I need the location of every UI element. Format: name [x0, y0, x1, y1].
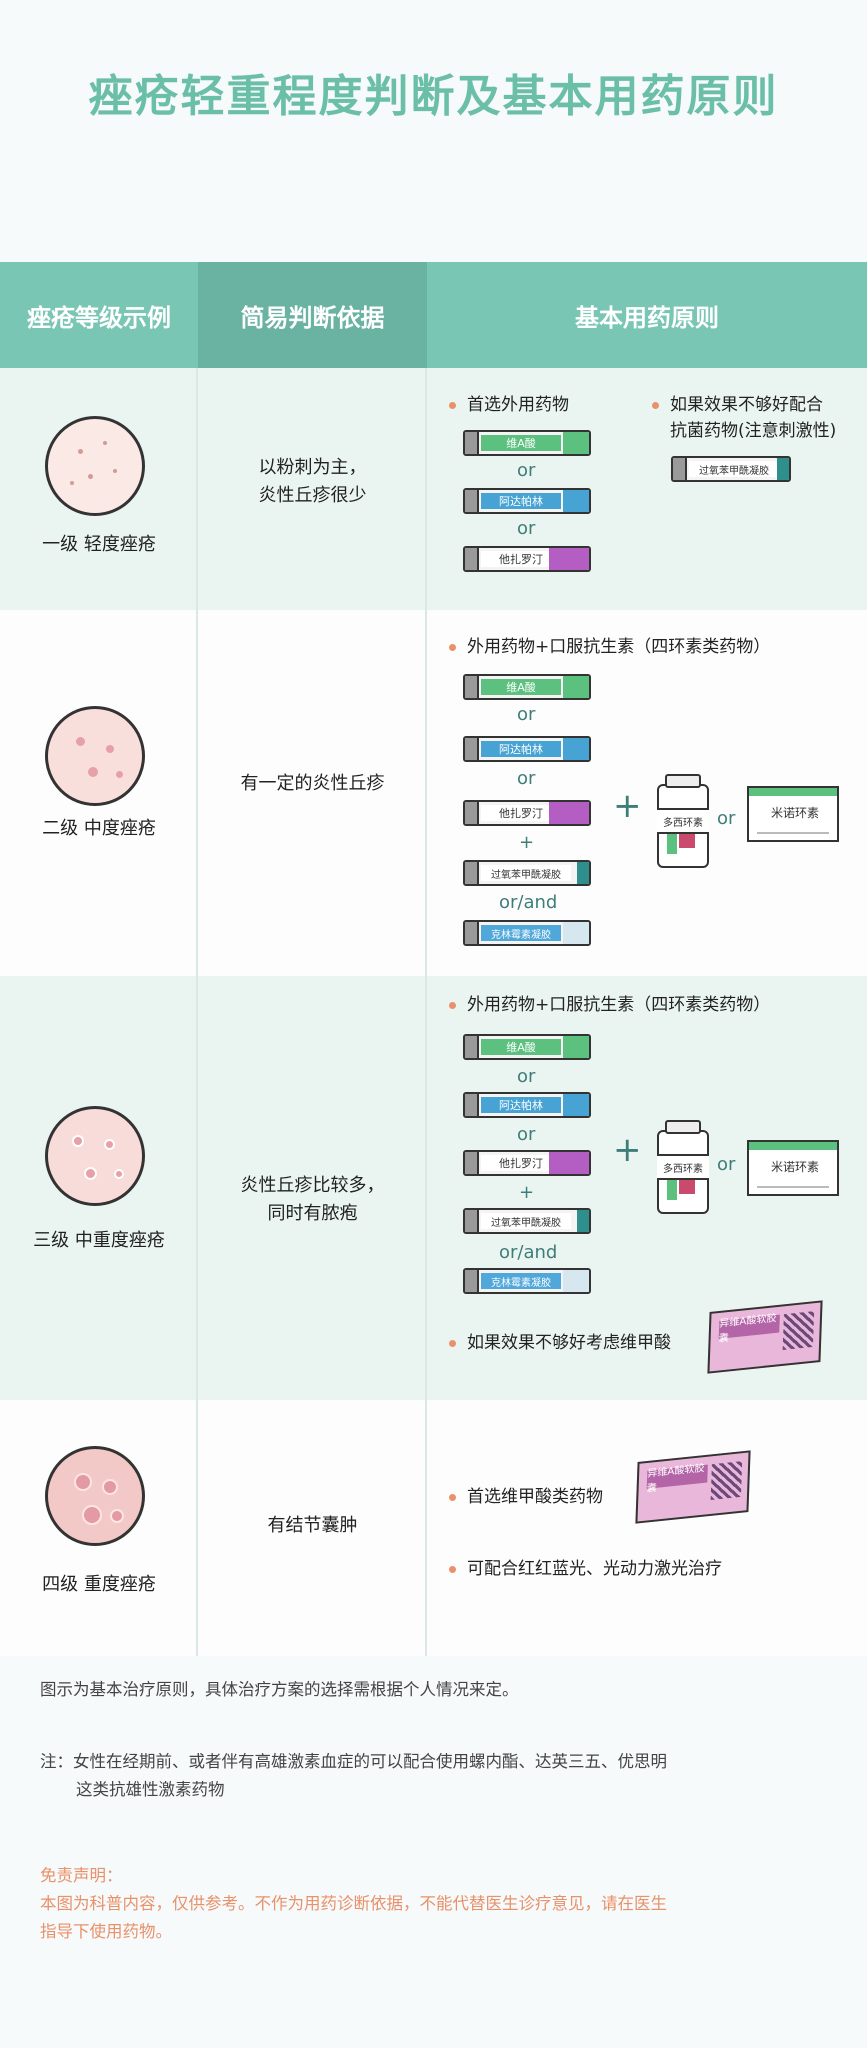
tube-tazarotene: 他扎罗汀 — [463, 546, 591, 572]
skin-illustration-moderate — [45, 706, 145, 806]
tube-adapalene: 阿达帕林 — [463, 488, 591, 514]
tube-benzoyl-peroxide: 过氧苯甲酰凝胶 — [463, 1208, 591, 1234]
tube-clindamycin: 克林霉素凝胶 — [463, 1268, 591, 1294]
basis-text: 有结节囊肿 — [267, 1515, 358, 1536]
basis-text: 炎性丘疹比较多， 同时有脓疱 — [240, 1175, 385, 1224]
plus-sign: + — [613, 1130, 642, 1170]
principle-bullet: 如果效果不够好配合 抗菌药物(注意刺激性) — [651, 392, 836, 444]
skin-illustration-moderate-severe — [45, 1106, 145, 1206]
tube-adapalene: 阿达帕林 — [463, 736, 591, 762]
header-basis: 简易判断依据 — [198, 262, 427, 368]
tube-adapalene: 阿达帕林 — [463, 1092, 591, 1118]
plus-label: + — [519, 1182, 535, 1203]
bottle-doxycycline: 多西环素 — [657, 1120, 709, 1214]
box-isotretinoin: 异维A酸软胶囊 — [707, 1300, 823, 1374]
or-label: or — [717, 808, 736, 829]
tube-benzoyl-peroxide: 过氧苯甲酰凝胶 — [463, 860, 591, 886]
or-label: or — [717, 1154, 736, 1175]
tube-tretinoin: 维A酸 — [463, 1034, 591, 1060]
box-minocycline: 米诺环素 — [747, 1140, 839, 1196]
bottle-doxycycline: 多西环素 — [657, 774, 709, 868]
tube-tazarotene: 他扎罗汀 — [463, 800, 591, 826]
plus-sign: + — [613, 786, 642, 826]
skin-illustration-severe — [45, 1446, 145, 1546]
or-label: or — [517, 768, 536, 789]
principle-bullet: 外用药物+口服抗生素（四环素类药物） — [448, 634, 770, 660]
or-and-label: or/and — [499, 892, 558, 913]
principle-bullet: 可配合红红蓝光、光动力激光治疗 — [449, 1556, 722, 1582]
table-row-grade-3: 三级 中重度痤疮 炎性丘疹比较多， 同时有脓疱 外用药物+口服抗生素（四环素类药… — [0, 976, 867, 1400]
tube-tretinoin: 维A酸 — [463, 674, 591, 700]
or-label: or — [517, 704, 536, 725]
table-header: 痤疮等级示例 简易判断依据 基本用药原则 — [0, 262, 867, 368]
or-and-label: or/and — [499, 1242, 558, 1263]
grade-label: 三级 中重度痤疮 — [33, 1230, 165, 1251]
note-women: 注：女性在经期前、或者伴有高雄激素血症的可以配合使用螺内酯、达英三五、优思明 这… — [40, 1752, 667, 1799]
tube-tazarotene: 他扎罗汀 — [463, 1150, 591, 1176]
header-grade: 痤疮等级示例 — [0, 262, 198, 368]
or-label: or — [517, 518, 536, 539]
or-label: or — [517, 1066, 536, 1087]
header-principle: 基本用药原则 — [427, 262, 867, 368]
principle-bullet: 如果效果不够好考虑维甲酸 — [449, 1330, 671, 1356]
table-row-grade-4: 四级 重度痤疮 有结节囊肿 首选维甲酸类药物 异维A酸软胶囊 可配合红红蓝光、光… — [0, 1400, 867, 1656]
page-title: 痤疮轻重程度判断及基本用药原则 — [88, 71, 779, 122]
principle-bullet: 首选外用药物 — [449, 392, 569, 418]
box-isotretinoin: 异维A酸软胶囊 — [635, 1450, 751, 1524]
principle-bullet: 外用药物+口服抗生素（四环素类药物） — [448, 992, 770, 1018]
note-general: 图示为基本治疗原则，具体治疗方案的选择需根据个人情况来定。 — [40, 1680, 519, 1699]
tube-clindamycin: 克林霉素凝胶 — [463, 920, 591, 946]
principle-bullet: 首选维甲酸类药物 — [449, 1484, 603, 1510]
or-label: or — [517, 460, 536, 481]
basis-text: 有一定的炎性丘疹 — [240, 773, 385, 794]
plus-label: + — [519, 832, 535, 853]
table-row-grade-1: 一级 轻度痤疮 以粉刺为主， 炎性丘疹很少 首选外用药物 如果效果不够好配合 抗… — [0, 368, 867, 610]
table-row-grade-2: 二级 中度痤疮 有一定的炎性丘疹 外用药物+口服抗生素（四环素类药物） 维A酸 … — [0, 610, 867, 976]
basis-text: 以粉刺为主， 炎性丘疹很少 — [258, 457, 367, 506]
skin-illustration-mild — [45, 416, 145, 516]
tube-tretinoin: 维A酸 — [463, 430, 591, 456]
bottom-strip — [0, 2020, 867, 2048]
grade-label: 二级 中度痤疮 — [42, 818, 156, 839]
box-minocycline: 米诺环素 — [747, 786, 839, 842]
disclaimer: 免责声明： 本图为科普内容，仅供参考。不作为用药诊断依据，不能代替医生诊疗意见，… — [40, 1866, 667, 1941]
tube-benzoyl-peroxide: 过氧苯甲酰凝胶 — [671, 456, 791, 482]
or-label: or — [517, 1124, 536, 1145]
grade-label: 四级 重度痤疮 — [42, 1574, 156, 1595]
grade-label: 一级 轻度痤疮 — [42, 534, 156, 555]
